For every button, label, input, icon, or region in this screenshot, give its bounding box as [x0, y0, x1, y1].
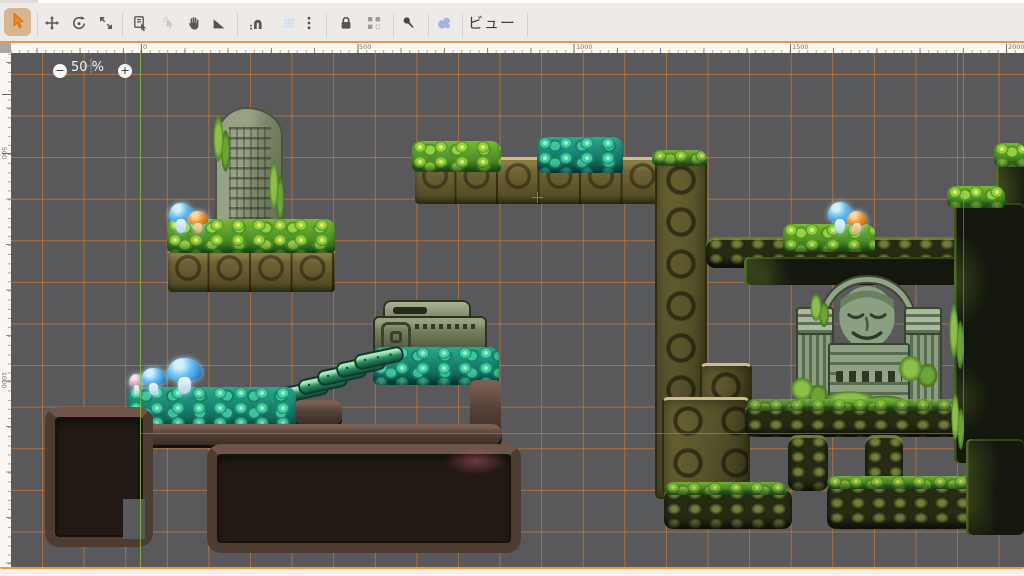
moss-floor-right-grass — [747, 399, 961, 411]
snap-button[interactable] — [246, 15, 266, 35]
blue-mushroom-large[interactable] — [167, 358, 202, 394]
dots-vertical-icon — [301, 15, 317, 35]
spacer — [744, 257, 745, 258]
move-icon — [44, 15, 60, 35]
zoom-level-label: 50 % — [71, 60, 115, 75]
teal-grass-patch[interactable] — [537, 137, 623, 173]
ruler-label: 1500 — [792, 43, 809, 51]
select-instances-button[interactable] — [130, 15, 150, 35]
cursor-icon — [9, 11, 27, 33]
ruler-corner — [0, 43, 11, 53]
column-moss-cap — [652, 150, 707, 166]
objects-button[interactable] — [434, 15, 454, 35]
pin-icon — [401, 15, 417, 35]
add-instance-button-disabled[interactable] — [159, 15, 179, 35]
idol-vines — [898, 355, 940, 389]
toolbar-separator — [527, 13, 528, 37]
cave-notch — [123, 499, 145, 539]
cave-slab-bottom[interactable] — [207, 444, 521, 553]
level-editor-window: ビュー 0 500 1000 1500 2000 500 1000 − 50 %… — [0, 0, 1024, 576]
ruler-label: 0 — [143, 43, 147, 51]
idol-teeth-row — [836, 371, 902, 382]
toolbar-separator — [122, 13, 123, 37]
grass-cap-topright — [994, 143, 1024, 167]
scene-canvas[interactable]: − 50 % + — [11, 53, 1024, 567]
ruler-label: 1000 — [0, 365, 9, 395]
more-options-button[interactable] — [302, 15, 316, 35]
window-border-guide-vertical — [963, 53, 964, 433]
mossy-monolith[interactable] — [215, 107, 283, 237]
editor-toolbar: ビュー — [0, 3, 1024, 42]
ruler-label: 2000 — [1008, 43, 1024, 51]
pan-tool-button[interactable] — [184, 15, 204, 35]
grid-icon — [281, 15, 297, 35]
blue-object-icon — [436, 15, 452, 35]
zoom-out-button[interactable]: − — [53, 64, 67, 78]
toolbar-separator — [37, 13, 38, 37]
grid-button-disabled[interactable] — [279, 15, 299, 35]
ruler-label: 1000 — [576, 43, 593, 51]
tank-spiral-inner — [390, 331, 402, 343]
toolbar-separator — [393, 13, 394, 37]
window-border-guide-horizontal — [140, 433, 963, 434]
lock-icon — [338, 15, 354, 35]
axis-x0-line — [140, 53, 142, 567]
select-tool-button[interactable] — [4, 8, 31, 36]
orange-mushroom[interactable] — [847, 211, 867, 234]
lock-button[interactable] — [336, 15, 356, 35]
toolbar-separator — [237, 13, 238, 37]
horizontal-ruler[interactable]: 0 500 1000 1500 2000 — [11, 43, 1024, 53]
grass-ledge-right[interactable] — [947, 186, 1005, 208]
blue-mushroom[interactable] — [141, 368, 166, 395]
orange-mushroom[interactable] — [188, 211, 208, 233]
ruler-label: 500 — [359, 43, 371, 51]
cursor-spark-icon — [161, 15, 177, 35]
scale-icon — [98, 15, 114, 35]
move-tool-button[interactable] — [42, 15, 62, 35]
list-cursor-icon — [132, 15, 148, 35]
pink-crystal-glow — [445, 448, 507, 474]
moss-floor-left-grass — [665, 482, 787, 495]
toolbar-separator — [428, 13, 429, 37]
tank-slit — [393, 307, 427, 314]
zoom-in-button[interactable]: + — [118, 64, 132, 78]
jungle-platform-top-grass[interactable] — [412, 141, 501, 172]
pin-button[interactable] — [399, 15, 419, 35]
stone-tank[interactable] — [373, 300, 485, 354]
tank-carvings — [415, 324, 477, 329]
toolbar-separator — [462, 13, 463, 37]
mask-button[interactable] — [364, 15, 384, 35]
magnet-icon — [248, 15, 264, 35]
hand-icon — [186, 15, 202, 35]
object-origin-marker — [532, 192, 543, 203]
moss-patch — [213, 115, 231, 175]
monolith-glyphs — [229, 127, 271, 227]
toolbar-separator — [326, 13, 327, 37]
rotate-tool-button[interactable] — [69, 15, 89, 35]
idol-vines — [810, 293, 830, 329]
moss-patch — [269, 159, 285, 225]
dark-cliff-lower[interactable] — [966, 439, 1024, 535]
ramp-tool-button[interactable] — [209, 15, 229, 35]
rotate-icon — [71, 15, 87, 35]
view-menu-button[interactable]: ビュー — [468, 11, 516, 35]
stone-face-idol[interactable] — [796, 277, 938, 409]
cave-rocks-left[interactable] — [45, 407, 153, 547]
mask-grid-icon — [366, 15, 382, 35]
scale-tool-button[interactable] — [96, 15, 116, 35]
moss-pillar[interactable] — [788, 435, 828, 491]
ruler-label: 500 — [0, 138, 9, 168]
horizontal-scrollbar-track[interactable] — [0, 569, 1024, 576]
triangle-icon — [211, 15, 227, 35]
grass-platform-left-stone[interactable] — [168, 249, 335, 292]
